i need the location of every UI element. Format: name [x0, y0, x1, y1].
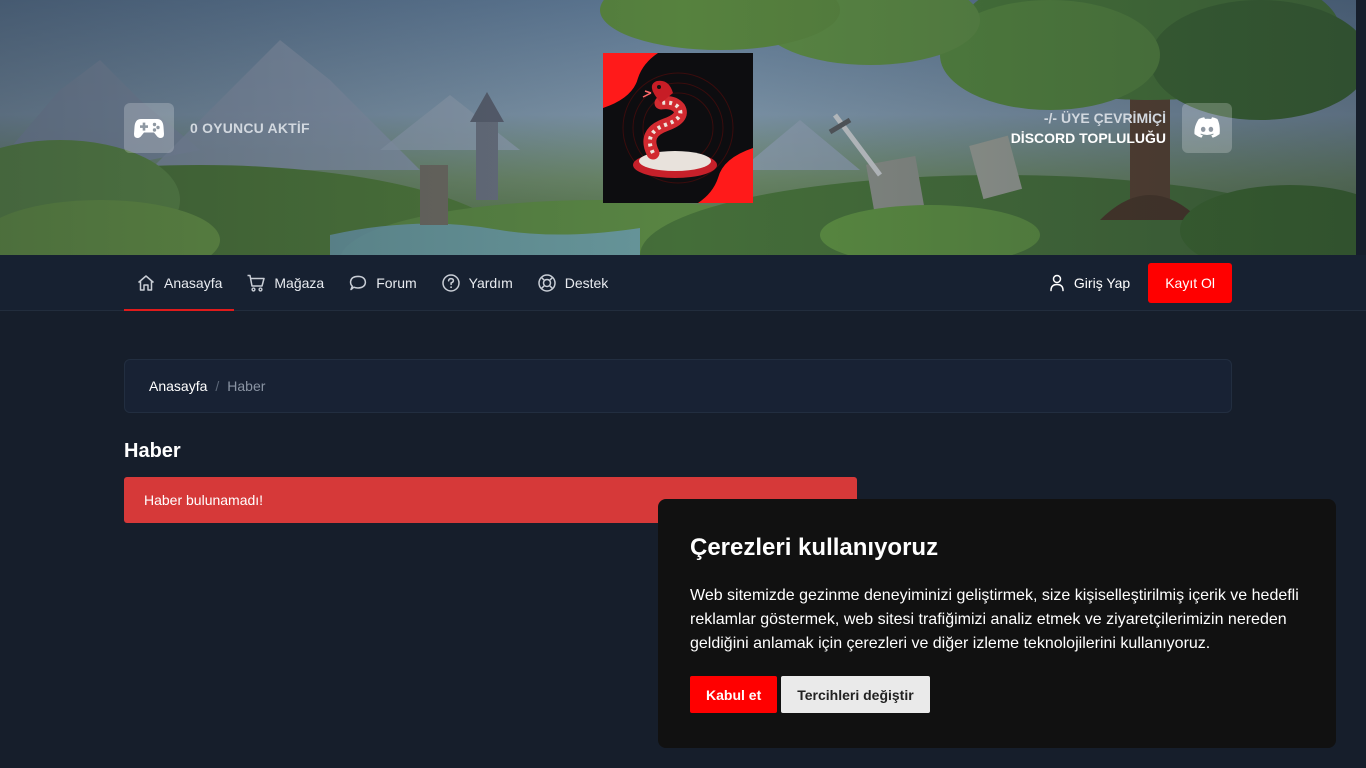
login-link[interactable]: Giriş Yap	[1049, 274, 1130, 292]
gamepad-icon	[124, 103, 174, 153]
snake-logo-icon	[603, 53, 753, 203]
cookie-consent-dialog: Çerezleri kullanıyoruz Web sitemizde gez…	[658, 499, 1336, 748]
user-icon	[1050, 274, 1064, 292]
breadcrumb-current: Haber	[227, 378, 266, 394]
chat-icon	[349, 275, 367, 291]
nav-label-support: Destek	[564, 275, 609, 291]
nav-item-help[interactable]: Yardım	[429, 255, 525, 311]
nav-label-forum: Forum	[376, 275, 417, 291]
nav-auth: Giriş Yap Kayıt Ol	[1049, 263, 1232, 303]
discord-online-label: -/- ÜYE ÇEVRİMİÇİ	[1043, 110, 1166, 126]
players-stat: 0 OYUNCU AKTİF	[124, 103, 310, 153]
accept-cookies-button[interactable]: Kabul et	[690, 676, 778, 713]
cookie-actions: Kabul et Tercihleri değiştir	[690, 676, 1304, 713]
nav-item-support[interactable]: Destek	[525, 255, 621, 311]
login-label: Giriş Yap	[1073, 275, 1131, 291]
breadcrumb: Anasayfa / Haber	[124, 359, 1232, 413]
players-active-label: 0 OYUNCU AKTİF	[190, 120, 310, 136]
lifebuoy-icon	[537, 274, 556, 292]
discord-stat[interactable]: -/- ÜYE ÇEVRİMİÇİ DİSCORD TOPLULUĞU	[1011, 103, 1232, 153]
discord-icon[interactable]	[1182, 103, 1232, 153]
cookie-title: Çerezleri kullanıyoruz	[690, 534, 939, 561]
hero-banner: 0 OYUNCU AKTİF -/- ÜYE ÇEVRİMİÇİ DİSCORD…	[0, 0, 1366, 255]
breadcrumb-home-link[interactable]: Anasayfa	[149, 378, 207, 394]
home-icon	[138, 275, 154, 291]
site-logo[interactable]	[603, 53, 753, 203]
cart-icon	[247, 274, 266, 292]
nav-menu: Anasayfa Mağaza Forum Yardım Destek	[124, 255, 620, 311]
nav-label-store: Mağaza	[274, 275, 325, 291]
change-preferences-button[interactable]: Tercihleri değiştir	[781, 676, 930, 713]
nav-item-home[interactable]: Anasayfa	[124, 255, 235, 311]
nav-item-forum[interactable]: Forum	[336, 255, 428, 311]
discord-community-label: DİSCORD TOPLULUĞU	[1010, 130, 1166, 146]
nav-label-help: Yardım	[468, 275, 513, 291]
help-icon	[441, 274, 460, 292]
main-navbar: Anasayfa Mağaza Forum Yardım Destek Giri…	[0, 255, 1366, 311]
alert-message: Haber bulunamadı!	[144, 492, 264, 508]
page-title: Haber	[124, 440, 181, 462]
cookie-body: Web sitemizde gezinme deneyiminizi geliş…	[690, 587, 1299, 652]
nav-item-store[interactable]: Mağaza	[234, 255, 336, 311]
nav-label-home: Anasayfa	[164, 275, 223, 291]
breadcrumb-separator: /	[215, 378, 220, 394]
register-button[interactable]: Kayıt Ol	[1148, 263, 1232, 303]
